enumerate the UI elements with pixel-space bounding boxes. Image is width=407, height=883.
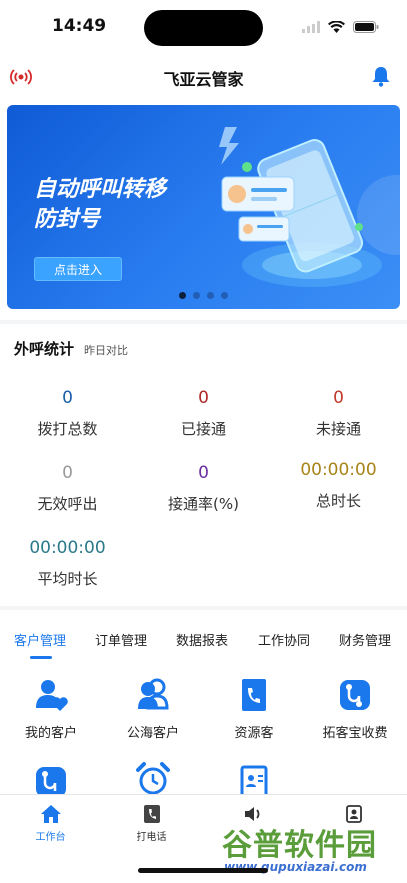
banner-headline: 自动呼叫转移 防封号 xyxy=(34,175,214,235)
stat-connected[interactable]: 0 已接通 xyxy=(136,386,271,439)
phone-illustration xyxy=(219,127,400,287)
banner-headline-line1: 自动呼叫转移 xyxy=(34,177,167,202)
feature-section: 客户管理 订单管理 数据报表 工作协同 财务管理 我的客户 公海客户 资源客 拓… xyxy=(0,610,407,799)
stat-value: 0 xyxy=(62,463,73,483)
route-icon xyxy=(338,678,372,712)
bottom-tab-label: 工作台 xyxy=(35,832,66,843)
stat-not-connected[interactable]: 0 未接通 xyxy=(271,386,406,439)
stat-label: 已接通 xyxy=(180,420,226,438)
status-time: 14:49 xyxy=(52,16,107,36)
bottom-tab-call[interactable]: 打电话 xyxy=(101,805,202,843)
stat-label: 未接通 xyxy=(315,420,361,438)
phone-icon xyxy=(142,805,162,823)
stat-value: 0 xyxy=(333,388,344,408)
bottom-tab-workbench[interactable]: 工作台 xyxy=(0,805,101,843)
grid-item-my-customers[interactable]: 我的客户 xyxy=(1,678,101,741)
pagination-dot[interactable] xyxy=(207,292,214,299)
alarm-clock-icon xyxy=(136,762,170,796)
grid-item-reminder[interactable] xyxy=(103,762,203,796)
banner-section: 自动呼叫转移 防封号 点击进入 xyxy=(0,98,407,320)
stat-label: 接通率(%) xyxy=(168,495,239,513)
watermark-text: 谷普软件园 xyxy=(222,828,377,863)
call-stats-panel: 外呼统计 昨日对比 0 拨打总数 0 已接通 0 未接通 0 无效呼出 0 接通… xyxy=(0,324,407,606)
home-icon xyxy=(40,805,61,823)
status-icons xyxy=(302,18,379,37)
page-title: 飞亚云管家 xyxy=(163,70,244,89)
stat-value: 00:00:00 xyxy=(29,538,106,558)
stat-label: 平均时长 xyxy=(37,570,98,588)
stat-total-duration[interactable]: 00:00:00 总时长 xyxy=(271,458,406,511)
stats-title: 外呼统计 xyxy=(14,340,75,358)
grid-item-label: 公海客户 xyxy=(126,726,179,741)
bottom-tab-label: 打电话 xyxy=(136,832,167,843)
grid-item-label: 资源客 xyxy=(234,726,274,741)
tab-finance-management[interactable]: 财务管理 xyxy=(339,630,391,649)
tab-customer-management[interactable]: 客户管理 xyxy=(14,630,66,649)
promo-banner[interactable]: 自动呼叫转移 防封号 点击进入 xyxy=(7,105,400,309)
stat-label: 拨打总数 xyxy=(37,420,98,438)
stat-total-calls[interactable]: 0 拨打总数 xyxy=(0,386,135,439)
battery-icon xyxy=(353,18,379,37)
wifi-icon xyxy=(328,18,345,37)
grid-item-label: 拓客宝收费 xyxy=(322,726,388,741)
stat-invalid-calls[interactable]: 0 无效呼出 xyxy=(0,461,135,514)
stat-value: 0 xyxy=(198,388,209,408)
stat-value: 00:00:00 xyxy=(300,460,377,480)
status-bar: 14:49 xyxy=(0,0,407,56)
phone-book-icon xyxy=(237,678,271,712)
pagination-dot[interactable] xyxy=(193,292,200,299)
nav-bar: 飞亚云管家 xyxy=(0,56,407,98)
tab-order-management[interactable]: 订单管理 xyxy=(95,630,147,649)
tab-work-collaboration[interactable]: 工作协同 xyxy=(258,630,310,649)
stats-subtitle: 昨日对比 xyxy=(84,344,129,357)
stat-average-duration[interactable]: 00:00:00 平均时长 xyxy=(0,536,135,589)
grid-item-resources[interactable]: 资源客 xyxy=(204,678,304,741)
dynamic-island xyxy=(144,10,263,46)
signal-icon xyxy=(302,18,320,37)
tab-data-reports[interactable]: 数据报表 xyxy=(176,630,228,649)
banner-headline-line2: 防封号 xyxy=(34,207,101,232)
grid-item-label: 我的客户 xyxy=(24,726,77,741)
pagination-dot[interactable] xyxy=(179,292,186,299)
stat-value: 0 xyxy=(198,463,209,483)
stat-label: 无效呼出 xyxy=(37,495,98,513)
banner-pagination xyxy=(7,292,400,299)
banner-enter-button[interactable]: 点击进入 xyxy=(34,257,122,281)
active-tab-indicator xyxy=(30,656,52,659)
grid-item-public-customers[interactable]: 公海客户 xyxy=(103,678,203,741)
people-icon xyxy=(136,678,170,712)
customer-heart-icon xyxy=(34,678,68,712)
grid-item-tuokebao-billing[interactable]: 拓客宝收费 xyxy=(305,678,405,741)
bell-icon[interactable] xyxy=(371,65,391,87)
stat-connect-rate[interactable]: 0 接通率(%) xyxy=(136,461,271,514)
home-indicator xyxy=(138,868,268,873)
stat-label: 总时长 xyxy=(315,492,361,510)
stats-header: 外呼统计 昨日对比 xyxy=(14,338,128,359)
stat-value: 0 xyxy=(62,388,73,408)
pagination-dot[interactable] xyxy=(221,292,228,299)
